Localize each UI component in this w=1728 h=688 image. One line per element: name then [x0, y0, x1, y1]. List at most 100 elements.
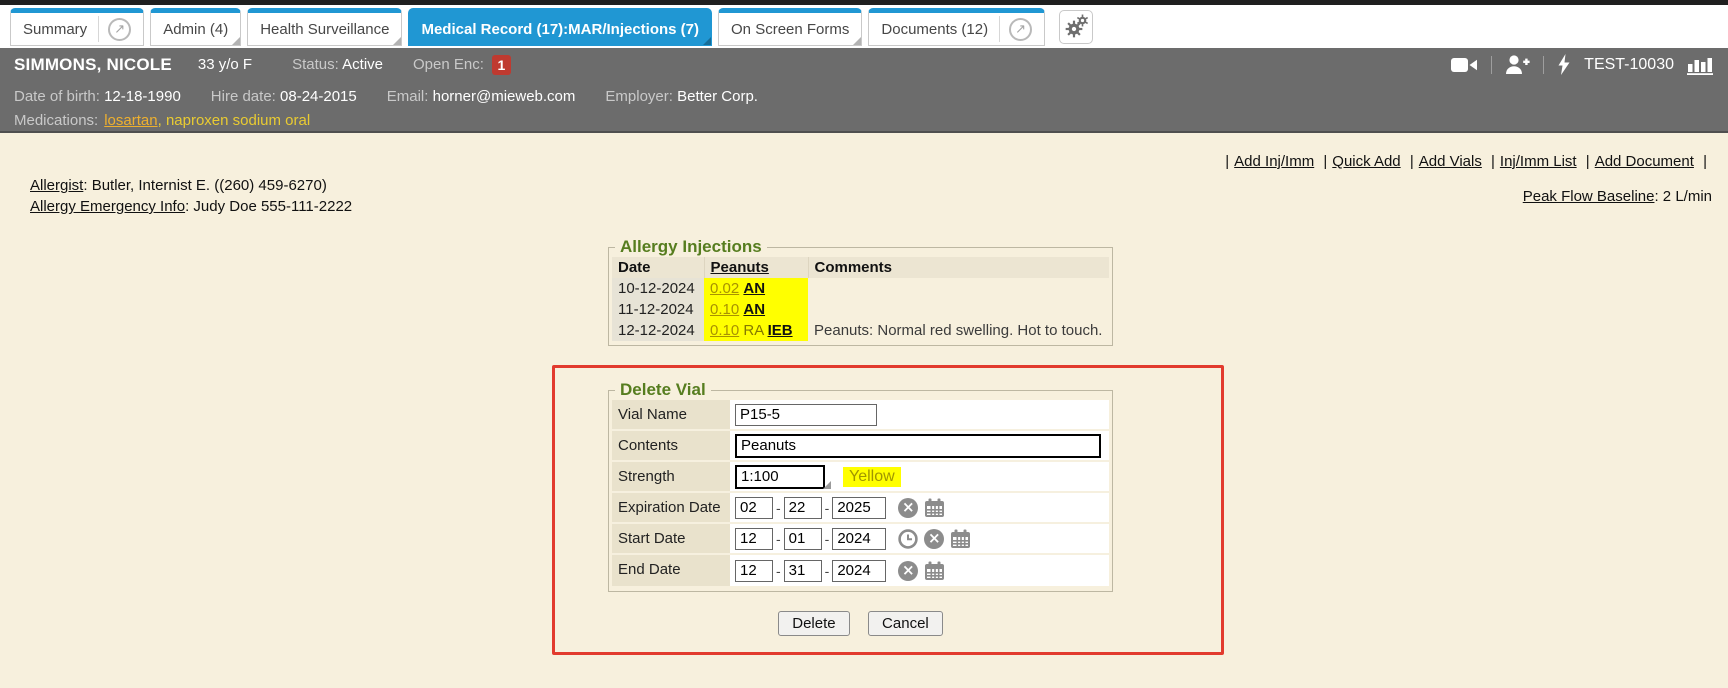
expiration-month-input[interactable]: [735, 497, 773, 519]
clear-circle-icon[interactable]: ×: [924, 529, 944, 549]
expiration-year-input[interactable]: [832, 497, 886, 519]
start-date-field: - - ×: [730, 524, 1109, 553]
tab-documents[interactable]: Documents (12) ↗: [868, 8, 1045, 46]
link-separator: |: [1410, 153, 1414, 170]
video-camera-icon[interactable]: [1451, 57, 1478, 73]
calendar-icon[interactable]: [950, 529, 971, 549]
injection-code-link[interactable]: IEB: [768, 322, 793, 339]
tab-documents-label: Documents (12): [881, 21, 988, 38]
medication-link-losartan[interactable]: losartan: [104, 112, 157, 129]
tab-corner-fold: [853, 37, 861, 45]
form-row-end-date: End Date - - ×: [612, 555, 1109, 586]
delete-button[interactable]: Delete: [778, 611, 849, 636]
allergist-value: : Butler, Internist E. ((260) 459-6270): [83, 177, 326, 194]
expiration-date-label: Expiration Date: [612, 493, 730, 522]
dose-link[interactable]: 0.10: [710, 301, 739, 318]
open-enc-label: Open Enc:: [413, 56, 484, 73]
allergist-link[interactable]: Allergist: [30, 177, 83, 194]
start-month-input[interactable]: [735, 528, 773, 550]
add-person-icon[interactable]: [1505, 55, 1530, 74]
header-date: Date: [612, 257, 704, 278]
expiration-day-input[interactable]: [784, 497, 822, 519]
allergy-emergency-link[interactable]: Allergy Emergency Info: [30, 198, 185, 215]
allergy-emergency-value: : Judy Doe 555-111-2222: [185, 198, 352, 215]
strength-input[interactable]: [735, 465, 825, 489]
table-header-row: Date Peanuts Comments: [612, 257, 1109, 278]
status-label: Status:: [292, 56, 339, 73]
tab-on-screen-forms[interactable]: On Screen Forms: [718, 8, 862, 46]
small-gear-icon: [1076, 14, 1089, 27]
strength-color-badge: Yellow: [843, 467, 901, 487]
dose-link[interactable]: 0.10: [710, 322, 739, 339]
injection-code-link[interactable]: AN: [743, 280, 765, 297]
header-peanuts: Peanuts: [704, 257, 808, 278]
allergy-injections-table: Date Peanuts Comments 10-12-2024 0.02 AN…: [612, 257, 1109, 341]
tab-summary[interactable]: Summary ↗: [10, 8, 144, 46]
tab-admin[interactable]: Admin (4): [150, 8, 241, 46]
station-id: TEST-10030: [1584, 56, 1674, 74]
start-year-input[interactable]: [832, 528, 886, 550]
bar-chart-icon[interactable]: [1687, 54, 1714, 75]
contents-label: Contents: [612, 431, 730, 460]
date-dash: -: [776, 531, 781, 547]
date-dash: -: [825, 531, 830, 547]
settings-gears-button[interactable]: [1059, 10, 1093, 44]
patient-header-icons: TEST-10030: [1451, 48, 1714, 81]
status-value: Active: [342, 56, 383, 73]
tab-corner-fold: [703, 37, 711, 45]
medication-link-naproxen[interactable]: naproxen sodium oral: [166, 112, 310, 129]
injection-entry: 0.10 RA IEB: [704, 320, 808, 341]
contents-input[interactable]: [735, 434, 1101, 458]
allergy-injections-fieldset: Allergy Injections Date Peanuts Comments…: [608, 237, 1113, 346]
table-row: 12-12-2024 0.10 RA IEB Peanuts: Normal r…: [612, 320, 1109, 341]
tab-on-screen-forms-label: On Screen Forms: [731, 21, 849, 38]
end-date-label: End Date: [612, 555, 730, 586]
open-enc-count-badge[interactable]: 1: [492, 55, 511, 75]
tab-documents-popout[interactable]: ↗: [999, 16, 1032, 42]
tab-summary-popout[interactable]: ↗: [98, 16, 131, 42]
dose-link[interactable]: 0.02: [710, 280, 739, 297]
link-add-vials[interactable]: Add Vials: [1419, 153, 1482, 170]
start-day-input[interactable]: [784, 528, 822, 550]
popout-arrow-icon: ↗: [1009, 18, 1032, 41]
injection-date: 11-12-2024: [612, 299, 704, 320]
tab-health-surveillance[interactable]: Health Surveillance: [247, 8, 402, 46]
link-separator: |: [1323, 153, 1327, 170]
clear-circle-icon[interactable]: ×: [898, 561, 918, 581]
email-label: Email:: [387, 88, 429, 105]
date-dash: -: [825, 563, 830, 579]
reaction-text: RA: [743, 322, 763, 339]
tab-corner-fold: [393, 37, 401, 45]
end-month-input[interactable]: [735, 560, 773, 582]
link-inj-imm-list[interactable]: Inj/Imm List: [1500, 153, 1577, 170]
expiration-date-icons: ×: [898, 498, 945, 518]
end-day-input[interactable]: [784, 560, 822, 582]
link-quick-add[interactable]: Quick Add: [1332, 153, 1400, 170]
patient-header: SIMMONS, NICOLE 33 y/o F Status: Active …: [0, 48, 1728, 133]
calendar-icon[interactable]: [924, 561, 945, 581]
link-add-inj-imm[interactable]: Add Inj/Imm: [1234, 153, 1314, 170]
patient-name: SIMMONS, NICOLE: [14, 55, 172, 75]
vial-name-input[interactable]: [735, 404, 877, 426]
link-separator: |: [1703, 153, 1707, 170]
clock-icon[interactable]: [898, 529, 918, 549]
strength-field: Yellow: [730, 462, 1109, 491]
end-year-input[interactable]: [832, 560, 886, 582]
injection-code-link[interactable]: AN: [743, 301, 765, 318]
cancel-button[interactable]: Cancel: [868, 611, 943, 636]
lightning-icon[interactable]: [1557, 54, 1571, 75]
link-separator: |: [1491, 153, 1495, 170]
tab-medical-record[interactable]: Medical Record (17):MAR/Injections (7): [408, 8, 712, 46]
date-of-birth: Date of birth: 12-18-1990: [14, 88, 181, 105]
calendar-icon[interactable]: [924, 498, 945, 518]
link-add-document[interactable]: Add Document: [1595, 153, 1694, 170]
divider: [1543, 56, 1544, 74]
clear-circle-icon[interactable]: ×: [898, 498, 918, 518]
injection-entry: 0.10 AN: [704, 299, 808, 320]
contents-field: [730, 431, 1109, 460]
form-row-contents: Contents: [612, 431, 1109, 462]
medications-row: Medications: losartan, naproxen sodium o…: [0, 108, 1728, 132]
form-row-start-date: Start Date - - ×: [612, 524, 1109, 555]
hire-date-value: 08-24-2015: [280, 88, 357, 105]
peak-flow-link[interactable]: Peak Flow Baseline: [1523, 188, 1655, 205]
